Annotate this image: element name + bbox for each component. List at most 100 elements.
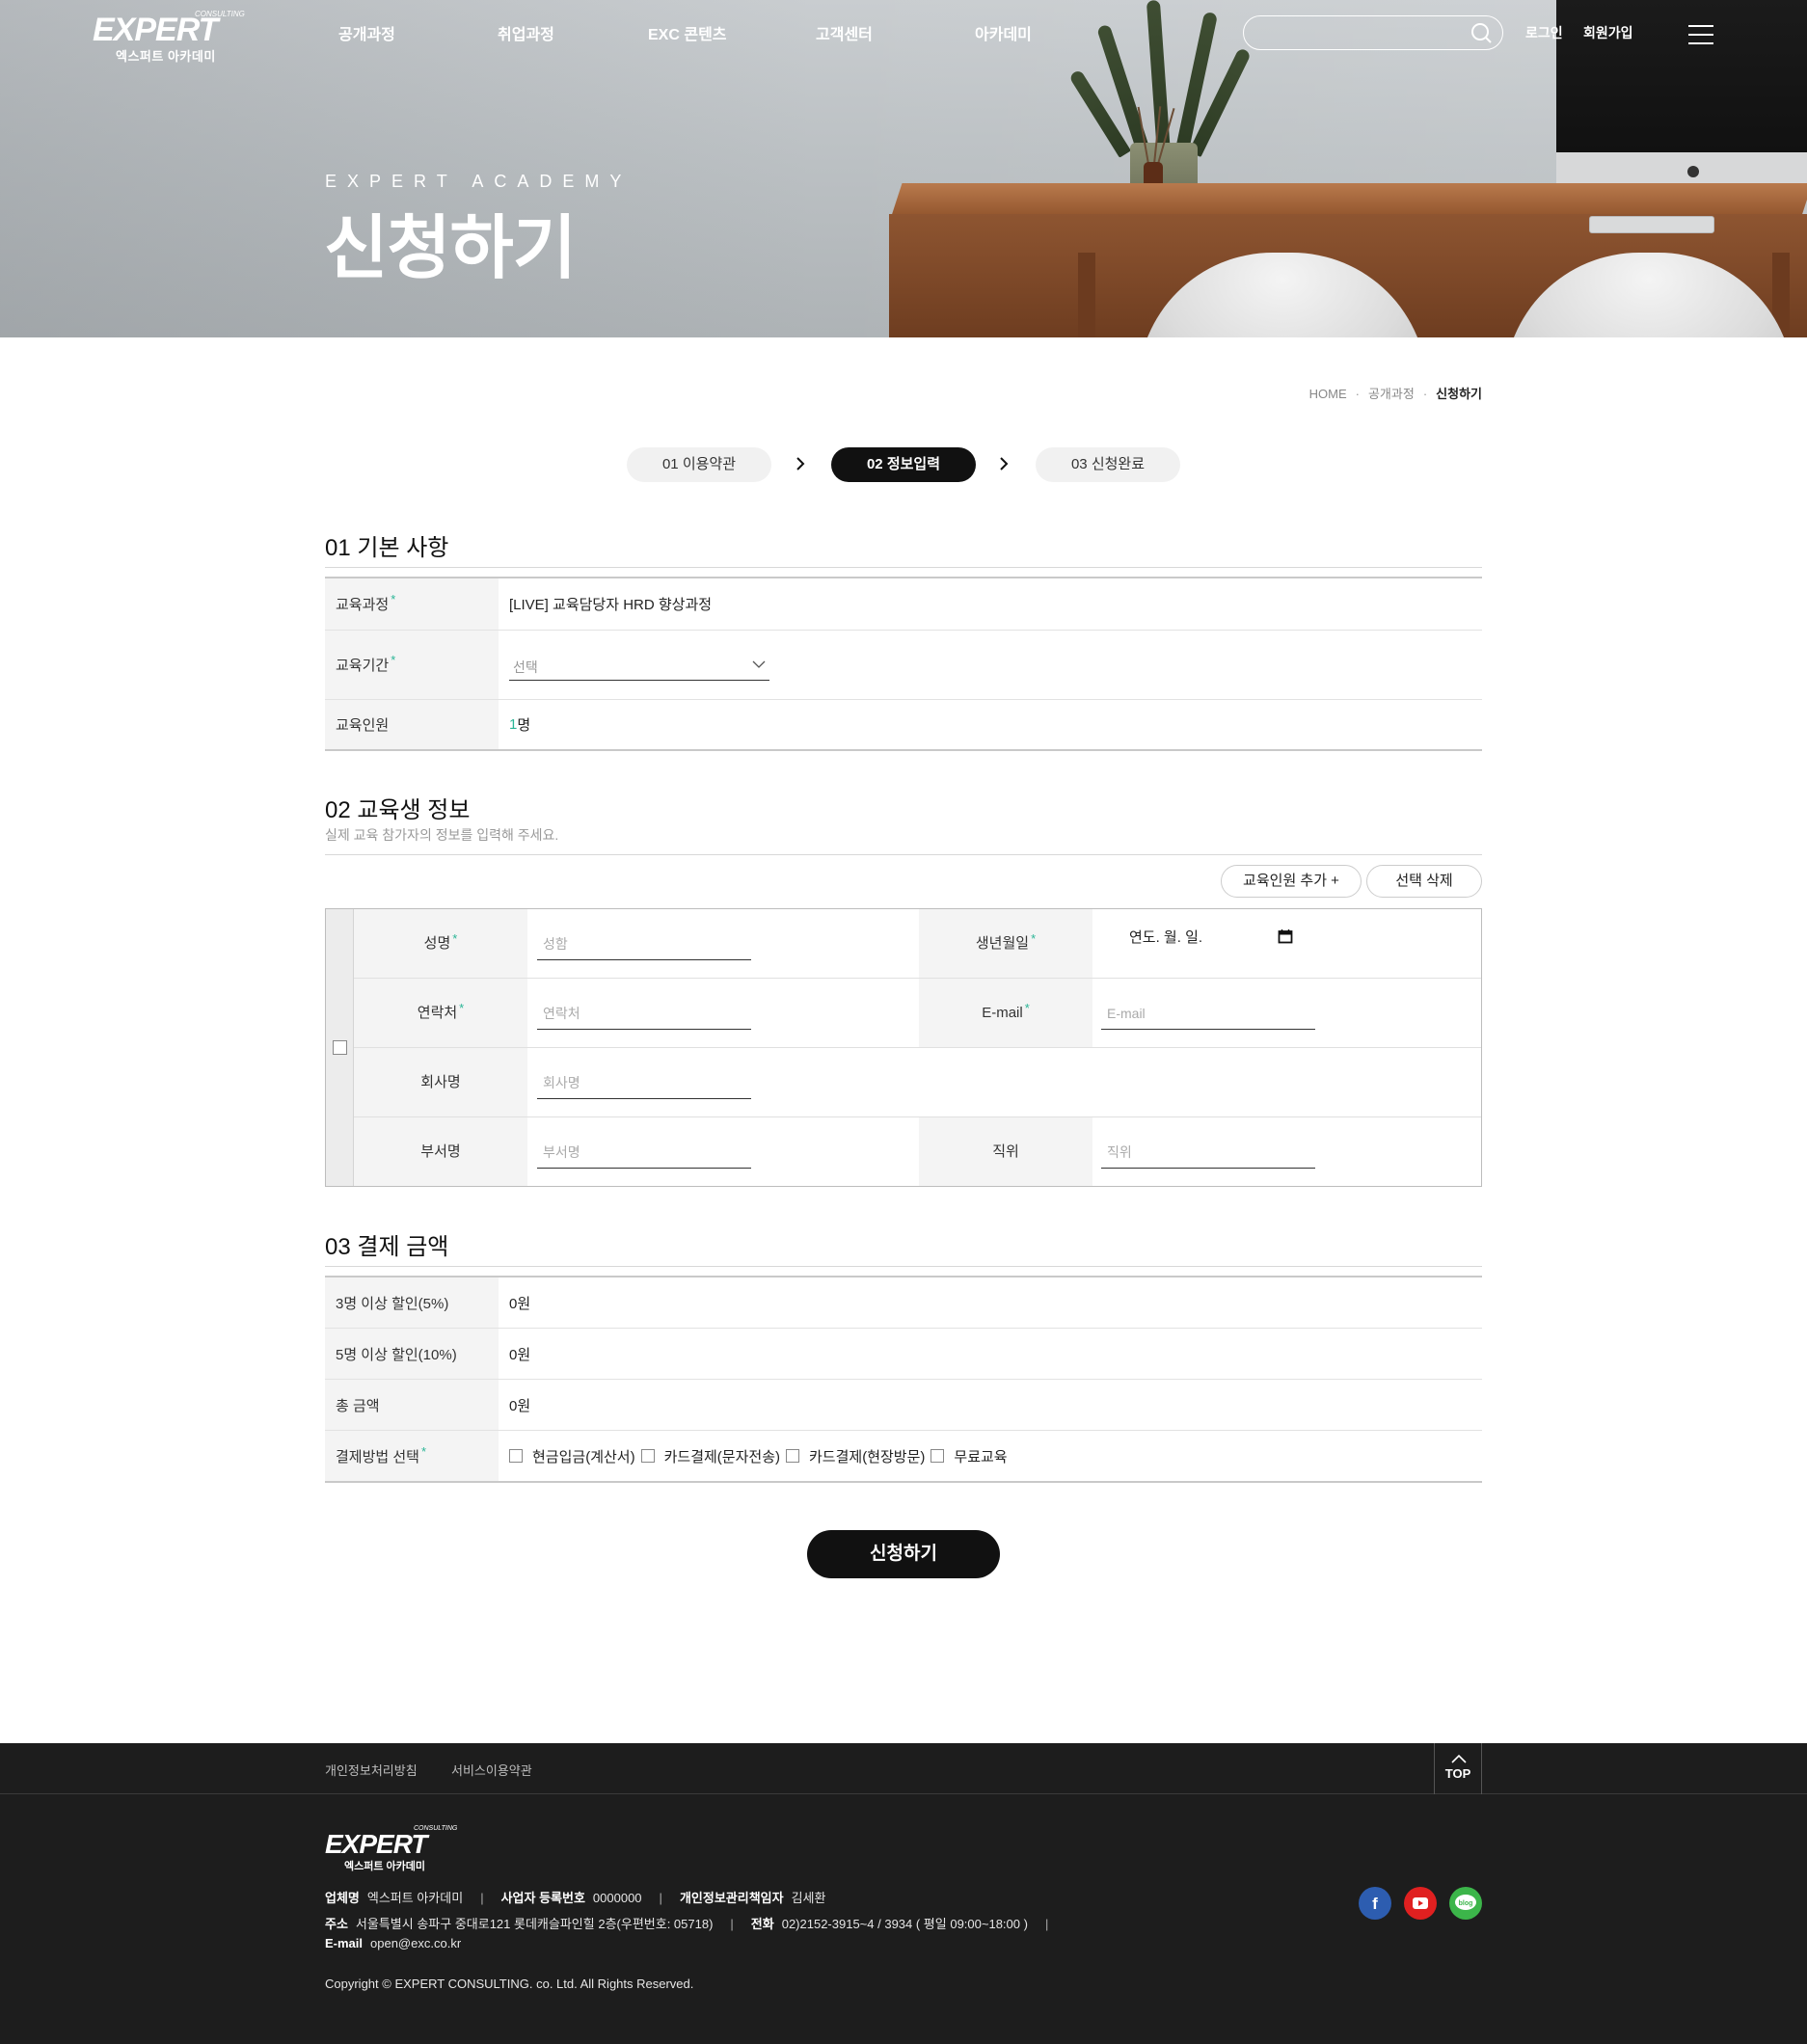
course-value: [LIVE] 교육담당자 HRD 향상과정 — [509, 597, 713, 613]
table-row: 교육인원 1명 — [325, 700, 1482, 749]
privacy-policy-link[interactable]: 개인정보처리방침 — [325, 1761, 418, 1779]
facebook-icon[interactable]: f — [1359, 1887, 1391, 1920]
chevron-down-icon — [752, 660, 766, 668]
footer-logo: CONSULTING EXPERT 엑스퍼트 아카데미 — [325, 1825, 458, 1872]
login-link[interactable]: 로그인 — [1525, 23, 1563, 42]
name-label: 성명 * — [354, 909, 527, 978]
nav-item-academy[interactable]: 아카데미 — [975, 21, 1032, 44]
site-footer: CONSULTING EXPERT 엑스퍼트 아카데미 업체명 엑스퍼트 아카데미… — [0, 1794, 1807, 2044]
calendar-icon[interactable] — [1278, 928, 1293, 944]
add-student-button[interactable]: 교육인원 추가 + — [1221, 865, 1362, 898]
payment-table: 3명 이상 할인(5%) 0원 5명 이상 할인(10%) 0원 총 금액 0원… — [325, 1276, 1482, 1483]
table-row: 결제방법 선택 * 현금입금(계산서) 카드결제(문자전송) 카드결제(현장방문)… — [325, 1431, 1482, 1481]
row-label: 결제방법 선택 * — [325, 1431, 499, 1481]
search-icon[interactable] — [1468, 20, 1495, 47]
phone-input[interactable] — [537, 997, 751, 1030]
name-input[interactable] — [537, 928, 751, 960]
section-payment-title: 03 결제 금액 — [325, 1234, 449, 1260]
table-row: 3명 이상 할인(5%) 0원 — [325, 1278, 1482, 1329]
birth-label: 생년월일 * — [919, 909, 1092, 978]
birth-date-input[interactable]: 연도. 월. 일. — [1129, 927, 1202, 947]
total-amount-value: 0원 — [509, 1397, 531, 1414]
apple-logo-icon — [1687, 166, 1699, 177]
position-input[interactable] — [1101, 1136, 1315, 1169]
row-label: 3명 이상 할인(5%) — [325, 1278, 499, 1328]
count-value: 1명 — [509, 716, 531, 734]
section-student-title: 02 교육생 정보 — [325, 797, 471, 823]
chevron-right-icon — [796, 457, 805, 471]
nav-item-exc-contents[interactable]: EXC 콘텐츠 — [648, 21, 727, 44]
checkbox[interactable] — [509, 1449, 523, 1463]
copyright: Copyright © EXPERT CONSULTING. co. Ltd. … — [325, 1977, 694, 1991]
search-input[interactable] — [1257, 22, 1450, 43]
site-logo[interactable]: CONSULTING EXPERT 엑스퍼트 아카데미 — [93, 10, 245, 64]
delete-selected-button[interactable]: 선택 삭제 — [1366, 865, 1482, 898]
company-input[interactable] — [537, 1066, 751, 1099]
nav-item-customer-center[interactable]: 고객센터 — [816, 21, 873, 44]
scroll-top-button[interactable]: TOP — [1434, 1743, 1482, 1794]
svg-text:blog: blog — [1459, 1900, 1473, 1907]
logo-wordmark: EXPERT — [93, 12, 218, 48]
footer-address-info: 주소 서울특별시 송파구 중대로121 롯데캐슬파인힐 2층(우편번호: 0571… — [325, 1917, 1049, 1931]
row-label: 교육과정 * — [325, 578, 499, 630]
table-row: 회사명 — [354, 1048, 1481, 1117]
breadcrumb-current: 신청하기 — [1436, 387, 1482, 401]
keyboard — [1589, 216, 1714, 233]
terms-link[interactable]: 서비스이용약관 — [451, 1761, 532, 1779]
search-box — [1243, 15, 1503, 50]
email-input[interactable] — [1101, 997, 1315, 1030]
payment-option-cash[interactable]: 현금입금(계산서) — [509, 1446, 635, 1466]
chevron-right-icon — [1000, 457, 1009, 471]
desk-top — [891, 183, 1807, 216]
blog-icon[interactable]: blog — [1449, 1887, 1482, 1920]
dept-label: 부서명 — [354, 1117, 527, 1186]
section-divider — [325, 854, 1482, 855]
checkbox[interactable] — [930, 1449, 945, 1463]
footer-company-info: 업체명 엑스퍼트 아카데미 | 사업자 등록번호 0000000 | 개인정보관리책임자 김세… — [325, 1891, 826, 1905]
hamburger-menu-icon[interactable] — [1688, 25, 1713, 44]
row-label: 교육인원 — [325, 700, 499, 749]
nav-item-open-courses[interactable]: 공개과정 — [338, 21, 395, 44]
section-basic-title: 01 기본 사항 — [325, 535, 449, 561]
payment-option-free[interactable]: 무료교육 — [930, 1446, 1008, 1466]
nav-item-job-courses[interactable]: 취업과정 — [498, 21, 554, 44]
student-select-checkbox[interactable] — [333, 1040, 347, 1055]
discount-3-value: 0원 — [509, 1295, 531, 1312]
payment-option-card-onsite[interactable]: 카드결제(현장방문) — [786, 1446, 925, 1466]
student-info-card: 성명* 생년월일* 연도. 월. 일. 연락처* E-mail* 회사명 부서명… — [325, 908, 1482, 1187]
checkbox[interactable] — [786, 1449, 799, 1463]
table-row: 성명* 생년월일* 연도. 월. 일. — [354, 909, 1481, 979]
table-row: 총 금액 0원 — [325, 1380, 1482, 1431]
phone-label: 연락처 * — [354, 979, 527, 1047]
dept-input[interactable] — [537, 1136, 751, 1169]
signup-link[interactable]: 회원가입 — [1583, 23, 1633, 42]
basic-info-table: 교육과정 * [LIVE] 교육담당자 HRD 향상과정 교육기간 * 선택 교육인… — [325, 577, 1482, 751]
email-label: E-mail * — [919, 979, 1092, 1047]
breadcrumb-open-courses[interactable]: 공개과정 — [1368, 387, 1415, 401]
section-divider — [325, 1266, 1482, 1267]
section-divider — [325, 567, 1482, 568]
breadcrumb: HOME · 공개과정 · 신청하기 — [1308, 387, 1482, 401]
submit-button[interactable]: 신청하기 — [807, 1530, 1000, 1578]
period-select[interactable]: 선택 — [509, 650, 769, 681]
table-row: 부서명 직위 — [354, 1117, 1481, 1187]
checkbox[interactable] — [640, 1449, 655, 1463]
logo-subtitle: 엑스퍼트 아카데미 — [116, 49, 216, 64]
step-info-input: 02 정보입력 — [831, 447, 976, 482]
page-title: 신청하기 — [324, 210, 577, 287]
youtube-icon[interactable] — [1404, 1887, 1437, 1920]
footer-link-bar: 개인정보처리방침 서비스이용약관 TOP — [0, 1743, 1807, 1794]
breadcrumb-home[interactable]: HOME — [1309, 387, 1347, 401]
row-label: 5명 이상 할인(10%) — [325, 1329, 499, 1379]
payment-option-card-sms[interactable]: 카드결제(문자전송) — [640, 1446, 780, 1466]
company-label: 회사명 — [354, 1048, 527, 1116]
step-terms: 01 이용약관 — [627, 447, 771, 482]
desk-leg — [1078, 253, 1095, 337]
table-row: 교육기간 * 선택 — [325, 631, 1482, 700]
footer-email-info: E-mail open@exc.co.kr — [325, 1936, 462, 1950]
discount-5-value: 0원 — [509, 1346, 531, 1363]
section-student-subtitle: 실제 교육 참가자의 정보를 입력해 주세요. — [325, 827, 559, 843]
svg-text:f: f — [1372, 1895, 1378, 1913]
hero-eyebrow: EXPERT ACADEMY — [325, 172, 633, 191]
row-label: 총 금액 — [325, 1380, 499, 1430]
